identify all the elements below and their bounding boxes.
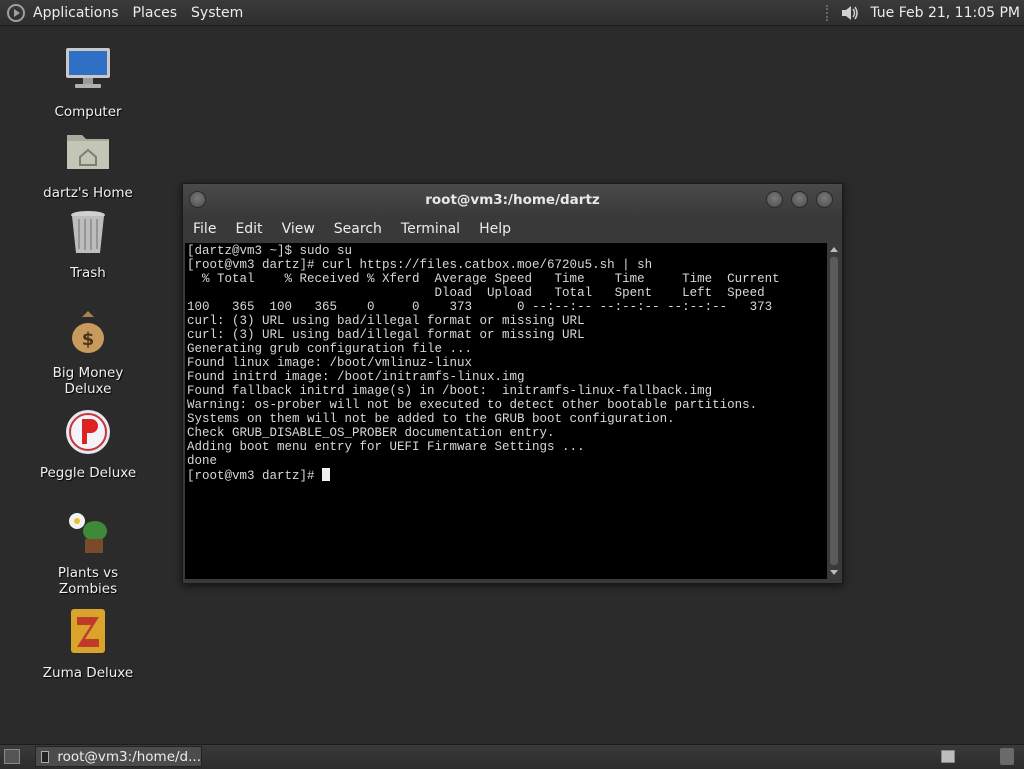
money-bag-icon: $ <box>72 311 104 353</box>
menu-view[interactable]: View <box>282 221 315 237</box>
terminal-line: Warning: os-prober will not be executed … <box>187 398 758 412</box>
peggle-icon <box>66 410 110 454</box>
terminal-line: % Total % Received % Xferd Average Speed… <box>187 272 780 286</box>
terminal-titlebar[interactable]: root@vm3:/home/dartz <box>183 184 842 216</box>
desktop-icon-big-money[interactable]: $ Big Money Deluxe <box>28 307 148 397</box>
desktop-icon-label: Zuma Deluxe <box>42 665 134 681</box>
volume-icon[interactable] <box>840 3 860 23</box>
terminal-scrollbar[interactable] <box>828 243 840 579</box>
terminal-line: Found linux image: /boot/vmlinuz-linux <box>187 356 473 370</box>
terminal-line: done <box>187 454 218 468</box>
desktop-icon-label: Big Money Deluxe <box>52 365 124 397</box>
terminal-menubar: File Edit View Search Terminal Help <box>183 216 842 242</box>
menu-edit[interactable]: Edit <box>235 221 262 237</box>
menu-applications[interactable]: Applications <box>33 5 119 21</box>
terminal-line: curl: (3) URL using bad/illegal format o… <box>187 314 585 328</box>
scroll-up-arrow-icon[interactable] <box>830 247 838 252</box>
menu-system[interactable]: System <box>191 5 243 21</box>
home-folder-icon <box>67 135 109 169</box>
maximize-button[interactable] <box>791 191 808 208</box>
show-desktop-icon[interactable] <box>4 749 20 764</box>
terminal-line: Found fallback initrd image(s) in /boot:… <box>187 384 713 398</box>
terminal-line: Generating grub configuration file ... <box>187 342 473 356</box>
terminal-line: Adding boot menu entry for UEFI Firmware… <box>187 440 585 454</box>
terminal-line: 100 365 100 365 0 0 373 0 --:--:-- --:--… <box>187 300 773 314</box>
menu-search[interactable]: Search <box>334 221 382 237</box>
menu-file[interactable]: File <box>193 221 216 237</box>
terminal-prompt: [root@vm3 dartz]# <box>187 469 323 483</box>
desktop-icon-zuma[interactable]: Zuma Deluxe <box>28 607 148 681</box>
window-menu-button[interactable] <box>189 191 206 208</box>
terminal-title: root@vm3:/home/dartz <box>425 192 600 208</box>
terminal-line: [root@vm3 dartz]# curl https://files.cat… <box>187 258 653 272</box>
gnome-foot-icon[interactable] <box>7 3 25 22</box>
terminal-line: [dartz@vm3 ~]$ sudo su <box>187 244 353 258</box>
plants-vs-zombies-icon <box>69 513 107 553</box>
desktop-icon-trash[interactable]: Trash <box>28 207 148 281</box>
close-button[interactable] <box>816 191 833 208</box>
desktop-icon-label: Computer <box>54 104 122 120</box>
scroll-down-arrow-icon[interactable] <box>830 570 838 575</box>
top-panel: Applications Places System Tue Feb 21, 1… <box>0 0 1024 26</box>
desktop-icon-peggle[interactable]: Peggle Deluxe <box>28 407 148 481</box>
desktop-icon-home[interactable]: dartz's Home <box>28 127 148 201</box>
bottom-panel: root@vm3:/home/d... <box>0 744 1024 769</box>
menu-places[interactable]: Places <box>133 5 178 21</box>
panel-tray: Tue Feb 21, 11:05 PM <box>826 0 1020 25</box>
desktop-icon-computer[interactable]: Computer <box>28 46 148 120</box>
desktop-icon-label: Plants vs Zombies <box>57 565 119 597</box>
taskbar-terminal-button[interactable]: root@vm3:/home/d... <box>35 746 202 767</box>
panel-handle[interactable] <box>826 4 832 21</box>
desktop-icon-label: dartz's Home <box>43 185 133 201</box>
zuma-icon <box>71 609 105 653</box>
svg-text:$: $ <box>82 329 95 350</box>
terminal-line: curl: (3) URL using bad/illegal format o… <box>187 328 585 342</box>
scrollbar-thumb[interactable] <box>830 257 838 565</box>
trash-icon <box>71 211 105 253</box>
taskbar-button-label: root@vm3:/home/d... <box>57 748 201 765</box>
desktop-icon-label: Peggle Deluxe <box>39 465 137 481</box>
menu-help[interactable]: Help <box>479 221 511 237</box>
terminal-icon <box>41 750 50 763</box>
terminal-window: root@vm3:/home/dartz File Edit View Sear… <box>182 183 843 584</box>
terminal-line: Dload Upload Total Spent Left Speed <box>187 286 765 300</box>
terminal-line: Found initrd image: /boot/initramfs-linu… <box>187 370 525 384</box>
workspace-switcher[interactable] <box>941 750 955 763</box>
computer-icon <box>66 48 110 88</box>
menu-terminal[interactable]: Terminal <box>401 221 460 237</box>
minimize-button[interactable] <box>766 191 783 208</box>
desktop-icon-label: Trash <box>70 265 106 281</box>
trash-applet-icon[interactable] <box>1000 748 1014 765</box>
terminal-cursor <box>322 468 331 481</box>
terminal-line: Systems on them will not be added to the… <box>187 412 675 426</box>
desktop-icon-pvz[interactable]: Plants vs Zombies <box>28 507 148 597</box>
clock[interactable]: Tue Feb 21, 11:05 PM <box>870 5 1020 21</box>
terminal-output[interactable]: [dartz@vm3 ~]$ sudo su [root@vm3 dartz]#… <box>185 243 827 579</box>
terminal-line: Check GRUB_DISABLE_OS_PROBER documentati… <box>187 426 555 440</box>
